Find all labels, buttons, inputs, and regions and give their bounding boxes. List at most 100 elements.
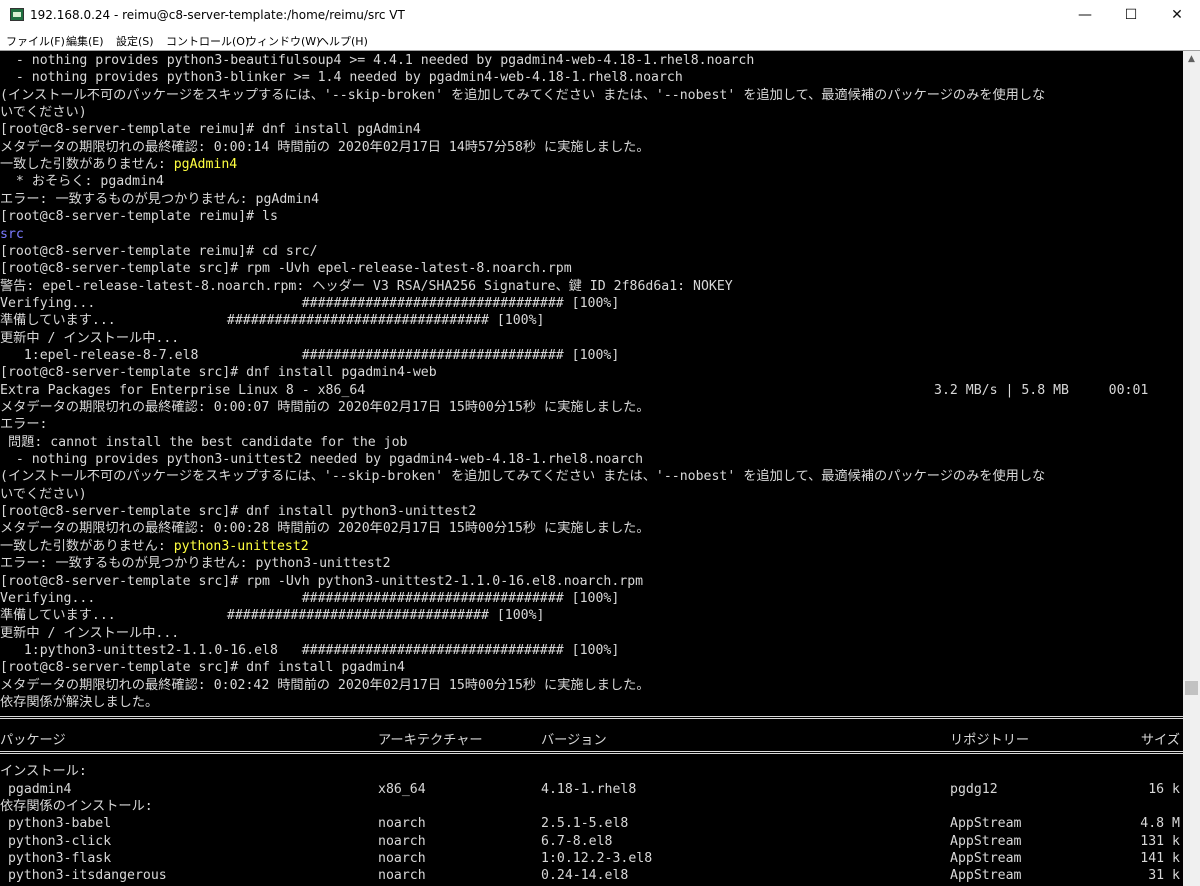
terminal-line: [root@c8-server-template reimu]# dnf ins… (0, 121, 421, 138)
terminal-text: - nothing provides python3-unittest2 nee… (0, 452, 644, 467)
teraterm-icon[interactable] (10, 8, 24, 21)
terminal-text: 更新中 / インストール中... (0, 626, 180, 641)
terminal-line: メタデータの期限切れの最終確認: 0:00:28 時間前の 2020年02月17… (0, 520, 650, 537)
terminal-line: エラー: (0, 416, 48, 433)
menu-bar: ファイル(F) 編集(E) 設定(S) コントロール(O) ウィンドウ(W) ヘ… (0, 30, 1200, 50)
terminal-line: (インストール不可のパッケージをスキップするには、'--skip-broken'… (0, 468, 1045, 485)
terminal-line: 警告: epel-release-latest-8.noarch.rpm: ヘッ… (0, 278, 733, 295)
table-cell-package: python3-flask (0, 851, 112, 866)
table-cell-arch: x86_64 (378, 782, 426, 797)
table-rule-bottom (0, 751, 1183, 754)
terminal-text: - nothing provides python3-beautifulsoup… (0, 53, 755, 68)
terminal-line: src (0, 226, 24, 243)
menu-edit[interactable]: 編集(E) (66, 33, 104, 49)
terminal-line: - nothing provides python3-unittest2 nee… (0, 451, 643, 468)
terminal-line: いでください) (0, 486, 87, 503)
terminal-text: 警告: epel-release-latest-8.noarch.rpm: ヘッ… (0, 279, 733, 294)
terminal-line: (インストール不可のパッケージをスキップするには、'--skip-broken'… (0, 87, 1045, 104)
menu-control[interactable]: コントロール(O) (166, 33, 249, 49)
terminal-text: Verifying... ###########################… (0, 296, 620, 311)
vertical-scrollbar[interactable]: ▲ (1183, 51, 1200, 886)
terminal-text: エラー: 一致するものが見つかりません: python3-unittest2 (0, 556, 391, 571)
terminal-line: 準備しています... #############################… (0, 607, 544, 624)
table-cell-version: 2.5.1-5.el8 (541, 816, 629, 831)
table-row: python3-babel noarch 2.5.1-5.el8 AppStream 4… (0, 815, 1183, 832)
terminal-text: 一致した引数がありません: (0, 539, 174, 554)
table-header-version: バージョン (541, 733, 607, 748)
terminal-line: [root@c8-server-template reimu]# cd src/ (0, 243, 318, 260)
menu-settings[interactable]: 設定(S) (116, 33, 154, 49)
menu-help[interactable]: ヘルプ(H) (318, 33, 368, 49)
terminal-line: [root@c8-server-template src]# dnf insta… (0, 659, 405, 676)
terminal-text: 問題: cannot install the best candidate fo… (0, 435, 408, 450)
terminal-text: いでください) (0, 487, 87, 502)
terminal-text: 依存関係が解決しました。 (0, 695, 159, 710)
terminal-text: - nothing provides python3-blinker >= 1.… (0, 70, 683, 85)
terminal-line: 問題: cannot install the best candidate fo… (0, 434, 408, 451)
table-cell-repo: AppStream (950, 851, 1022, 866)
table-cell-arch: noarch (378, 834, 426, 849)
maximize-button[interactable]: ☐ (1108, 0, 1154, 30)
terminal-line: 一致した引数がありません: python3-unittest2 (0, 538, 309, 555)
terminal-text: 準備しています... #############################… (0, 608, 545, 623)
terminal-line: Verifying... ###########################… (0, 295, 619, 312)
highlighted-text: pgAdmin4 (173, 157, 238, 172)
table-row: python3-itsdangerous noarch 0.24-14.el8 App… (0, 867, 1183, 884)
terminal-line: [root@c8-server-template reimu]# ls (0, 208, 278, 225)
scroll-up-arrow-icon[interactable]: ▲ (1183, 51, 1200, 68)
terminal-line: [root@c8-server-template src]# dnf insta… (0, 364, 437, 381)
table-cell-arch: noarch (378, 851, 426, 866)
terminal-line: メタデータの期限切れの最終確認: 0:00:14 時間前の 2020年02月17… (0, 139, 650, 156)
terminal-line: [root@c8-server-template src]# rpm -Uvh … (0, 260, 572, 277)
terminal-line: Verifying... ###########################… (0, 590, 619, 607)
table-cell-size: 4.8 M (1140, 816, 1180, 831)
terminal-text: [root@c8-server-template reimu]# dnf ins… (0, 122, 421, 137)
table-row: python3-flask noarch 1:0.12.2-3.el8 AppStre… (0, 850, 1183, 867)
terminal-text: 1:epel-release-8-7.el8 #################… (0, 348, 620, 363)
table-cell-arch: noarch (378, 816, 426, 831)
table-section-label: 依存関係のインストール: (0, 799, 153, 814)
terminal-text: 一致した引数がありません: (0, 157, 174, 172)
terminal-text: エラー: 一致するものが見つかりません: pgAdmin4 (0, 192, 320, 207)
terminal-text: [root@c8-server-template reimu]# cd src/ (0, 244, 318, 259)
terminal-line: [root@c8-server-template src]# dnf insta… (0, 503, 476, 520)
scroll-thumb[interactable] (1185, 681, 1198, 695)
terminal-line: [root@c8-server-template src]# rpm -Uvh … (0, 573, 643, 590)
table-header-arch: アーキテクチャー (378, 733, 483, 748)
terminal-line: 更新中 / インストール中... (0, 330, 179, 347)
table-cell-size: 16 k (1148, 782, 1180, 797)
terminal-line: エラー: 一致するものが見つかりません: pgAdmin4 (0, 191, 319, 208)
table-header-repo: リポジトリー (950, 733, 1030, 748)
title-bar[interactable]: 192.168.0.24 - reimu@c8-server-template:… (0, 0, 1200, 30)
table-header-size: サイズ (1140, 733, 1180, 748)
highlighted-text: python3-unittest2 (173, 539, 309, 554)
terminal-screen[interactable]: - nothing provides python3-beautifulsoup… (0, 51, 1183, 886)
terminal-text: [root@c8-server-template src]# dnf insta… (0, 660, 405, 675)
table-cell-repo: AppStream (950, 868, 1022, 883)
terminal-text: メタデータの期限切れの最終確認: 0:00:07 時間前の 2020年02月17… (0, 400, 650, 415)
terminal-text: (インストール不可のパッケージをスキップするには、'--skip-broken'… (0, 88, 1046, 103)
table-cell-package: python3-itsdangerous (0, 868, 167, 883)
minimize-button[interactable]: — (1062, 0, 1108, 30)
menu-file[interactable]: ファイル(F) (6, 33, 65, 49)
terminal-line: メタデータの期限切れの最終確認: 0:00:07 時間前の 2020年02月17… (0, 399, 650, 416)
table-cell-repo: pgdg12 (950, 782, 998, 797)
close-button[interactable]: ✕ (1154, 0, 1200, 30)
terminal-text: 1:python3-unittest2-1.1.0-16.el8 #######… (0, 643, 620, 658)
terminal-line: エラー: 一致するものが見つかりません: python3-unittest2 (0, 555, 391, 572)
table-cell-version: 4.18-1.rhel8 (541, 782, 637, 797)
terminal-text: Verifying... ###########################… (0, 591, 620, 606)
table-cell-arch: noarch (378, 868, 426, 883)
terminal-text: [root@c8-server-template reimu]# ls (0, 209, 278, 224)
terminal-text: * おそらく: pgadmin4 (0, 174, 164, 189)
terminal-line: メタデータの期限切れの最終確認: 0:02:42 時間前の 2020年02月17… (0, 677, 650, 694)
download-progress: 3.2 MB/s | 5.8 MB 00:01 (934, 383, 1149, 398)
table-cell-package: python3-babel (0, 816, 112, 831)
terminal-line: - nothing provides python3-blinker >= 1.… (0, 69, 683, 86)
terminal-line: 準備しています... #############################… (0, 312, 544, 329)
menu-window[interactable]: ウィンドウ(W) (246, 33, 320, 49)
table-cell-size: 131 k (1140, 834, 1180, 849)
terminal-line: 更新中 / インストール中... (0, 625, 179, 642)
table-rule-top (0, 716, 1183, 719)
terminal-text: メタデータの期限切れの最終確認: 0:02:42 時間前の 2020年02月17… (0, 678, 650, 693)
